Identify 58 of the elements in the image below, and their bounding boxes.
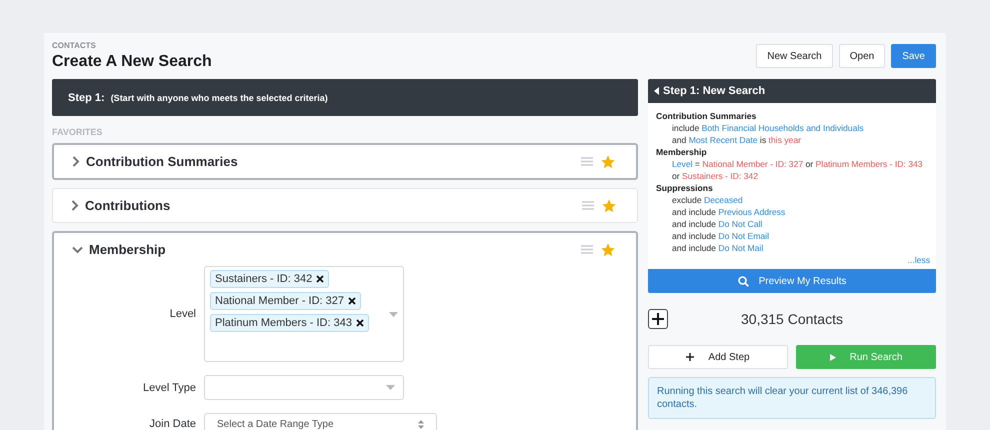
drag-handle-icon[interactable] bbox=[581, 245, 593, 254]
remove-icon[interactable] bbox=[348, 297, 356, 305]
result-count: 30,315 Contacts bbox=[740, 311, 844, 327]
dropdown-caret-icon bbox=[389, 312, 398, 316]
plus-icon bbox=[652, 313, 664, 325]
summary-line: and Most Recent Date is this year bbox=[671, 134, 802, 146]
summary-heading: Contribution Summaries bbox=[656, 110, 758, 122]
plus-icon bbox=[686, 353, 694, 361]
section-title[interactable]: Membership bbox=[89, 242, 575, 257]
preview-results-button[interactable]: Preview My Results bbox=[648, 269, 936, 293]
remove-icon[interactable] bbox=[316, 275, 324, 283]
selected-tag: Platinum Members - ID: 343 bbox=[210, 314, 369, 332]
chevron-down-icon[interactable] bbox=[72, 246, 83, 254]
summary-heading: Membership bbox=[656, 146, 708, 158]
field-label: Level Type bbox=[142, 382, 196, 394]
less-link[interactable]: ...less bbox=[908, 255, 930, 265]
warning-notice: Running this search will clear your current list of 346,396 contacts. bbox=[648, 377, 936, 419]
multiselect-field[interactable]: Sustainers - ID: 342 National Member - ID: 327 Platinum Members - ID: 343 bbox=[204, 266, 404, 362]
toolbar-button[interactable]: New Search bbox=[756, 44, 833, 68]
field-label: Level bbox=[168, 308, 196, 320]
star-icon[interactable] bbox=[601, 198, 617, 214]
page-title: Create A New Search bbox=[52, 53, 212, 71]
summary-line: include Both Financial Households and Individuals bbox=[671, 122, 865, 134]
star-icon[interactable] bbox=[600, 154, 616, 170]
summary-line: exclude Deceased bbox=[671, 194, 744, 206]
drag-handle-icon[interactable] bbox=[582, 201, 594, 210]
summary-line: and include Do Not Call bbox=[671, 218, 764, 230]
summary-line: and include Previous Address bbox=[671, 206, 786, 218]
play-icon bbox=[830, 354, 836, 360]
search-icon bbox=[738, 276, 749, 286]
breadcrumb: CONTACTS bbox=[52, 41, 97, 50]
section-title[interactable]: Contributions bbox=[85, 198, 576, 213]
star-icon[interactable] bbox=[600, 242, 616, 258]
dropdown-caret-icon bbox=[386, 385, 395, 390]
summary-line: and include Do Not Email bbox=[671, 230, 770, 242]
summary-line: or Sustainers - ID: 342 bbox=[671, 170, 759, 182]
remove-icon[interactable] bbox=[356, 319, 364, 327]
section-heading: FAVORITES bbox=[52, 127, 104, 137]
toolbar-button[interactable]: Open bbox=[838, 44, 886, 68]
field-label: Join Date bbox=[148, 418, 196, 430]
expand-button[interactable] bbox=[648, 309, 668, 329]
summary-line: Level = National Member - ID: 327 or Platinum Members - ID: 343 bbox=[671, 158, 924, 170]
select-field[interactable] bbox=[204, 375, 404, 400]
add-step-button[interactable]: Add Step bbox=[648, 345, 788, 369]
selected-tag: National Member - ID: 327 bbox=[210, 292, 361, 310]
chevron-right-icon[interactable] bbox=[72, 156, 80, 167]
chevron-right-icon[interactable] bbox=[71, 200, 79, 211]
sort-caret-icon bbox=[418, 420, 424, 428]
toolbar-button[interactable]: Save bbox=[891, 44, 936, 68]
summary-line: and include Do Not Mail bbox=[671, 242, 764, 254]
collapse-caret-icon bbox=[654, 87, 659, 95]
date-range-select[interactable]: Select a Date Range Type bbox=[204, 413, 437, 430]
selected-tag: Sustainers - ID: 342 bbox=[210, 270, 330, 288]
section-title[interactable]: Contribution Summaries bbox=[86, 154, 575, 169]
drag-handle-icon[interactable] bbox=[581, 157, 593, 166]
summary-header[interactable]: Step 1: New Search bbox=[648, 79, 936, 103]
summary-heading: Suppressions bbox=[656, 182, 714, 194]
step-banner: Step 1: (Start with anyone who meets the selected criteria) bbox=[52, 79, 638, 116]
